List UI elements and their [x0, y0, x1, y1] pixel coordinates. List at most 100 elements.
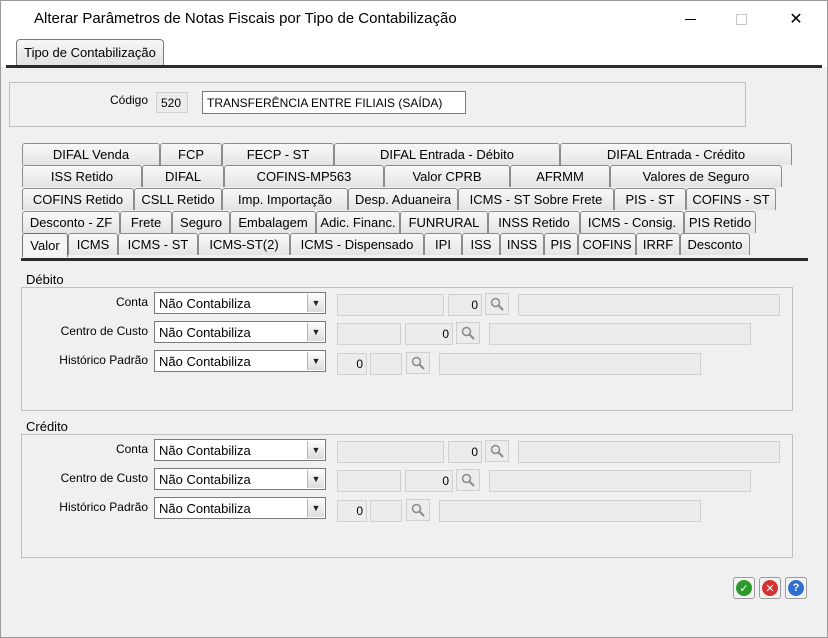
tab-difal[interactable]: DIFAL	[142, 165, 224, 187]
credito-centro-desc	[489, 470, 751, 492]
chevron-down-icon: ▼	[307, 470, 324, 488]
tab-iss[interactable]: ISS	[462, 233, 500, 255]
tab-pis-st[interactable]: PIS - ST	[614, 188, 686, 210]
debito-centro-code	[337, 323, 401, 345]
tab-difal-entrada-cr-dito[interactable]: DIFAL Entrada - Crédito	[560, 143, 792, 165]
tab-desconto[interactable]: Desconto	[680, 233, 750, 255]
debito-centro-search-button[interactable]	[456, 322, 480, 344]
credito-conta-label: Conta	[115, 442, 148, 456]
tab-cofins-retido[interactable]: COFINS Retido	[22, 188, 134, 210]
debito-conta-number: 0	[448, 294, 482, 316]
tab-pis-retido[interactable]: PIS Retido	[684, 211, 756, 233]
maximize-button[interactable]	[719, 5, 763, 33]
credito-historico-number: 0	[337, 500, 367, 522]
search-icon	[490, 444, 504, 458]
debito-conta-select[interactable]: Não Contabiliza ▼	[154, 292, 326, 314]
codigo-group: Código 520 TRANSFERÊNCIA ENTRE FILIAIS (…	[9, 82, 746, 127]
tab-afrmm[interactable]: AFRMM	[510, 165, 610, 187]
tab-fecp-st[interactable]: FECP - ST	[222, 143, 334, 165]
tab-icms-consig[interactable]: ICMS - Consig.	[580, 211, 684, 233]
credito-conta-value: Não Contabiliza	[159, 442, 251, 458]
debito-historico-number: 0	[337, 353, 367, 375]
tab-inss-retido[interactable]: INSS Retido	[488, 211, 580, 233]
maximize-icon	[735, 13, 747, 25]
credito-centro-code	[337, 470, 401, 492]
ok-button[interactable]: ✓	[733, 577, 755, 599]
tab-fcp[interactable]: FCP	[160, 143, 222, 165]
debito-conta-label: Conta	[115, 295, 148, 309]
tab-icms[interactable]: ICMS	[68, 233, 118, 255]
chevron-down-icon: ▼	[307, 294, 324, 312]
window-title: Alterar Parâmetros de Notas Fiscais por …	[34, 10, 457, 27]
minimize-icon	[684, 18, 696, 20]
tab-imp-importa-o[interactable]: Imp. Importação	[222, 188, 348, 210]
tab-valor-cprb[interactable]: Valor CPRB	[384, 165, 510, 187]
credito-historico-search-button[interactable]	[406, 499, 430, 521]
debito-historico-search-button[interactable]	[406, 352, 430, 374]
help-button[interactable]: ?	[785, 577, 807, 599]
search-icon	[411, 356, 425, 370]
tab-frete[interactable]: Frete	[120, 211, 172, 233]
credito-historico-desc	[439, 500, 701, 522]
tab-icms-st-sobre-frete[interactable]: ICMS - ST Sobre Frete	[458, 188, 614, 210]
tab-cofins-mp563[interactable]: COFINS-MP563	[224, 165, 384, 187]
tab-desconto-zf[interactable]: Desconto - ZF	[22, 211, 120, 233]
tab-difal-venda[interactable]: DIFAL Venda	[22, 143, 160, 165]
debito-conta-value: Não Contabiliza	[159, 295, 251, 311]
tab-icms-st-2[interactable]: ICMS-ST(2)	[198, 233, 290, 255]
tab-embalagem[interactable]: Embalagem	[230, 211, 316, 233]
credito-centro-search-button[interactable]	[456, 469, 480, 491]
credito-historico-value: Não Contabiliza	[159, 500, 251, 516]
tab-ipi[interactable]: IPI	[424, 233, 462, 255]
debito-historico-label: Histórico Padrão	[59, 353, 148, 367]
debito-centro-select[interactable]: Não Contabiliza ▼	[154, 321, 326, 343]
tab-cofins[interactable]: COFINS	[578, 233, 636, 255]
codigo-label: Código	[110, 93, 149, 107]
tab-icms-dispensado[interactable]: ICMS - Dispensado	[290, 233, 424, 255]
credito-historico-select[interactable]: Não Contabiliza ▼	[154, 497, 326, 519]
tab-tipo-de-contabilizacao[interactable]: Tipo de Contabilização	[16, 39, 164, 65]
debito-historico-desc	[439, 353, 701, 375]
tab-irrf[interactable]: IRRF	[636, 233, 680, 255]
debito-conta-search-button[interactable]	[485, 293, 509, 315]
credito-centro-select[interactable]: Não Contabiliza ▼	[154, 468, 326, 490]
minimize-button[interactable]	[668, 5, 712, 33]
credito-conta-search-button[interactable]	[485, 440, 509, 462]
tab-csll-retido[interactable]: CSLL Retido	[134, 188, 222, 210]
help-icon: ?	[788, 580, 804, 596]
tab-inss[interactable]: INSS	[500, 233, 544, 255]
credito-conta-number: 0	[448, 441, 482, 463]
tab-iss-retido[interactable]: ISS Retido	[22, 165, 142, 187]
chevron-down-icon: ▼	[307, 323, 324, 341]
tab-funrural[interactable]: FUNRURAL	[400, 211, 488, 233]
tab-seguro[interactable]: Seguro	[172, 211, 230, 233]
tab-cofins-st[interactable]: COFINS - ST	[686, 188, 776, 210]
close-button[interactable]: ✕	[774, 5, 818, 33]
tab-valor[interactable]: Valor	[22, 233, 68, 257]
cancel-button[interactable]: ✕	[759, 577, 781, 599]
codigo-description-field[interactable]: TRANSFERÊNCIA ENTRE FILIAIS (SAÍDA)	[202, 91, 466, 114]
chevron-down-icon: ▼	[307, 352, 324, 370]
debito-centro-number: 0	[405, 323, 453, 345]
search-icon	[461, 326, 475, 340]
tab-adic-financ[interactable]: Adic. Financ.	[316, 211, 400, 233]
tab-difal-entrada-d-bito[interactable]: DIFAL Entrada - Débito	[334, 143, 560, 165]
tab-valores-de-seguro[interactable]: Valores de Seguro	[610, 165, 782, 187]
main-tab-strip: Tipo de Contabilização	[1, 37, 827, 67]
tab-desp-aduaneira[interactable]: Desp. Aduaneira	[348, 188, 458, 210]
credito-centro-label: Centro de Custo	[60, 471, 148, 485]
search-icon	[411, 503, 425, 517]
tab-strip-divider	[6, 65, 822, 68]
close-icon: ✕	[789, 11, 803, 28]
chevron-down-icon: ▼	[307, 499, 324, 517]
debito-historico-code	[370, 353, 402, 375]
credito-historico-code	[370, 500, 402, 522]
tab-pis[interactable]: PIS	[544, 233, 578, 255]
tab-control-divider	[21, 258, 808, 261]
credito-conta-select[interactable]: Não Contabiliza ▼	[154, 439, 326, 461]
debito-conta-code	[337, 294, 444, 316]
tab-icms-st[interactable]: ICMS - ST	[118, 233, 198, 255]
debito-historico-select[interactable]: Não Contabiliza ▼	[154, 350, 326, 372]
debito-conta-desc	[518, 294, 780, 316]
dialog-window: Alterar Parâmetros de Notas Fiscais por …	[0, 0, 828, 638]
